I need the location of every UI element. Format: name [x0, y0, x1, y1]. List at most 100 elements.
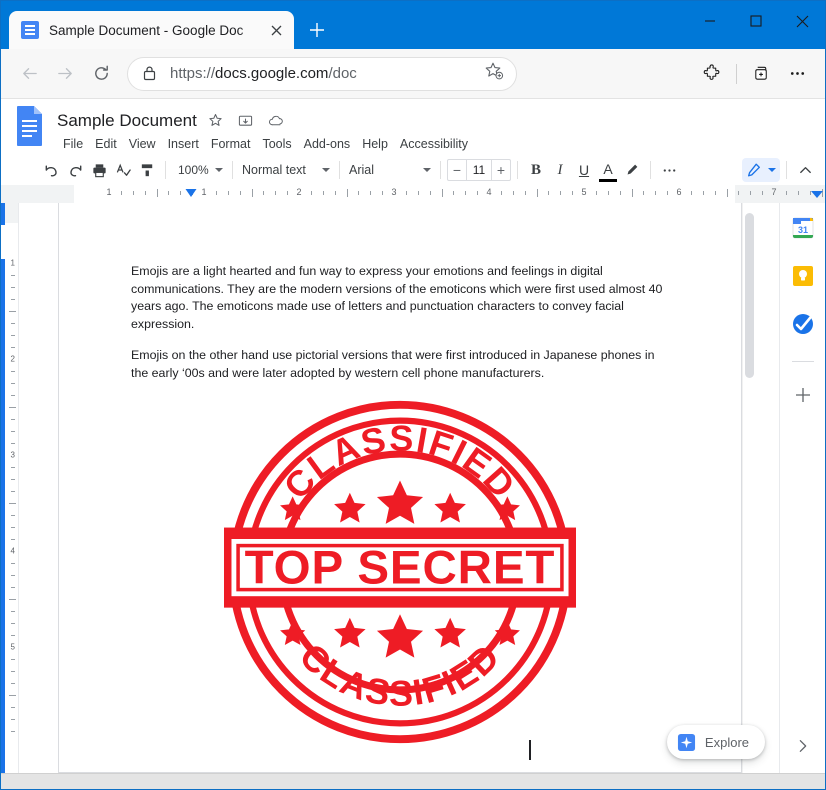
- menu-item-view[interactable]: View: [123, 135, 162, 153]
- print-icon[interactable]: [87, 158, 111, 182]
- move-to-folder-icon[interactable]: [235, 110, 257, 132]
- close-icon[interactable]: [779, 1, 825, 41]
- menu-item-insert[interactable]: Insert: [162, 135, 205, 153]
- ruler-tick: [168, 191, 170, 195]
- arrow-forward-icon[interactable]: [47, 56, 83, 92]
- ruler-tick: [560, 191, 562, 195]
- toolbar-divider: [736, 63, 737, 84]
- plus-icon[interactable]: [790, 382, 816, 408]
- undo-icon[interactable]: [39, 158, 63, 182]
- paragraph-2[interactable]: Emojis on the other hand use pictorial v…: [131, 347, 669, 382]
- vertical-ruler-tick: [11, 383, 15, 384]
- explore-button[interactable]: Explore: [666, 725, 765, 759]
- redo-icon[interactable]: [63, 158, 87, 182]
- paragraph-style-select[interactable]: Normal text: [239, 158, 333, 182]
- google-docs-favicon: [21, 21, 39, 39]
- menu-item-tools[interactable]: Tools: [256, 135, 297, 153]
- menu-item-file[interactable]: File: [57, 135, 89, 153]
- classified-stamp-image[interactable]: CLASSIFIED CLASSIFIED TOP SECRET: [131, 396, 669, 748]
- horizontal-ruler[interactable]: 1 1 2 3 4 5 6 7: [1, 185, 825, 203]
- vertical-ruler-tick: [11, 539, 15, 540]
- font-size-increase-button[interactable]: +: [492, 160, 510, 180]
- chevron-down-icon: [322, 168, 330, 172]
- ruler-tick: [144, 191, 146, 195]
- toolbar-divider: [517, 161, 518, 179]
- vertical-ruler[interactable]: 1 2 3 4 5: [1, 203, 19, 773]
- google-keep-icon[interactable]: [790, 263, 816, 289]
- vertical-ruler-tick: [9, 407, 16, 408]
- ruler-tick: [750, 191, 752, 195]
- paint-format-icon[interactable]: [135, 158, 159, 182]
- document-canvas[interactable]: Emojis are a light hearted and fun way t…: [19, 203, 779, 773]
- cloud-saved-icon[interactable]: [265, 110, 287, 132]
- google-calendar-icon[interactable]: 31: [790, 215, 816, 241]
- ruler-tick: [215, 191, 217, 195]
- document-page[interactable]: Emojis are a light hearted and fun way t…: [58, 203, 742, 773]
- scrollbar-thumb[interactable]: [745, 213, 754, 378]
- vertical-ruler-tick: [11, 635, 15, 636]
- font-family-select[interactable]: Arial: [346, 158, 434, 182]
- indent-marker-icon[interactable]: [185, 187, 197, 199]
- chevron-right-icon[interactable]: [790, 733, 816, 759]
- reload-icon[interactable]: [83, 56, 119, 92]
- toolbar-divider: [232, 161, 233, 179]
- paragraph-1[interactable]: Emojis are a light hearted and fun way t…: [131, 263, 669, 333]
- chevron-down-icon: [214, 168, 223, 172]
- vertical-ruler-tick: [11, 467, 15, 468]
- docs-toolbar: 100% Normal text Arial − 11 + B I U A: [1, 155, 825, 185]
- ruler-tick: [738, 191, 740, 195]
- text-color-button[interactable]: A: [596, 158, 620, 182]
- document-scrollbar[interactable]: [742, 203, 756, 773]
- ruler-tick: [631, 189, 633, 197]
- ruler-tick: [346, 189, 348, 197]
- document-title[interactable]: Sample Document: [57, 111, 197, 131]
- maximize-icon[interactable]: [733, 1, 779, 41]
- ruler-tick: [524, 191, 526, 195]
- italic-button[interactable]: I: [548, 158, 572, 182]
- toolbar-divider: [440, 161, 441, 179]
- menu-item-help[interactable]: Help: [356, 135, 394, 153]
- menu-item-accessibility[interactable]: Accessibility: [394, 135, 474, 153]
- underline-button[interactable]: U: [572, 158, 596, 182]
- browser-tab[interactable]: Sample Document - Google Doc: [9, 11, 294, 49]
- close-icon[interactable]: [264, 18, 288, 42]
- zoom-select[interactable]: 100%: [172, 158, 226, 182]
- google-tasks-icon[interactable]: [790, 311, 816, 337]
- ellipsis-icon[interactable]: [779, 56, 815, 92]
- ruler-tick: [453, 191, 455, 195]
- chevron-up-icon[interactable]: [793, 158, 817, 182]
- font-size-value[interactable]: 11: [466, 160, 492, 180]
- collections-add-icon[interactable]: [743, 56, 779, 92]
- new-tab-button[interactable]: [300, 13, 334, 47]
- font-size-stepper[interactable]: − 11 +: [447, 159, 511, 181]
- star-add-icon[interactable]: [484, 61, 506, 86]
- vertical-ruler-tick: [11, 659, 15, 660]
- docs-side-panel: 31: [779, 203, 825, 773]
- minimize-icon[interactable]: [687, 1, 733, 41]
- highlight-pen-icon[interactable]: [620, 158, 644, 182]
- puzzle-piece-icon[interactable]: [694, 56, 730, 92]
- edit-mode-button[interactable]: [742, 158, 780, 182]
- vertical-ruler-tick: [11, 671, 15, 672]
- vertical-ruler-number: 5: [10, 642, 15, 652]
- bold-button[interactable]: B: [524, 158, 548, 182]
- ruler-number: 1: [201, 187, 207, 197]
- menu-item-edit[interactable]: Edit: [89, 135, 123, 153]
- indent-marker-icon[interactable]: [811, 191, 823, 198]
- vertical-ruler-tick: [11, 575, 15, 576]
- star-icon[interactable]: [205, 110, 227, 132]
- font-size-decrease-button[interactable]: −: [448, 160, 466, 180]
- arrow-back-icon[interactable]: [11, 56, 47, 92]
- more-options-icon[interactable]: [657, 158, 681, 182]
- spellcheck-icon[interactable]: [111, 158, 135, 182]
- menu-item-format[interactable]: Format: [205, 135, 257, 153]
- address-bar[interactable]: https://docs.google.com/doc: [127, 56, 517, 91]
- google-docs-logo[interactable]: [13, 105, 47, 147]
- ruler-track[interactable]: 1 1 2 3 4 5 6 7: [39, 185, 823, 203]
- menu-item-addons[interactable]: Add-ons: [298, 135, 357, 153]
- vertical-ruler-number: 4: [10, 546, 15, 556]
- ruler-tick: [619, 191, 621, 195]
- ruler-tick: [263, 191, 265, 195]
- vertical-ruler-tick: [11, 611, 15, 612]
- vertical-ruler-tick: [11, 623, 15, 624]
